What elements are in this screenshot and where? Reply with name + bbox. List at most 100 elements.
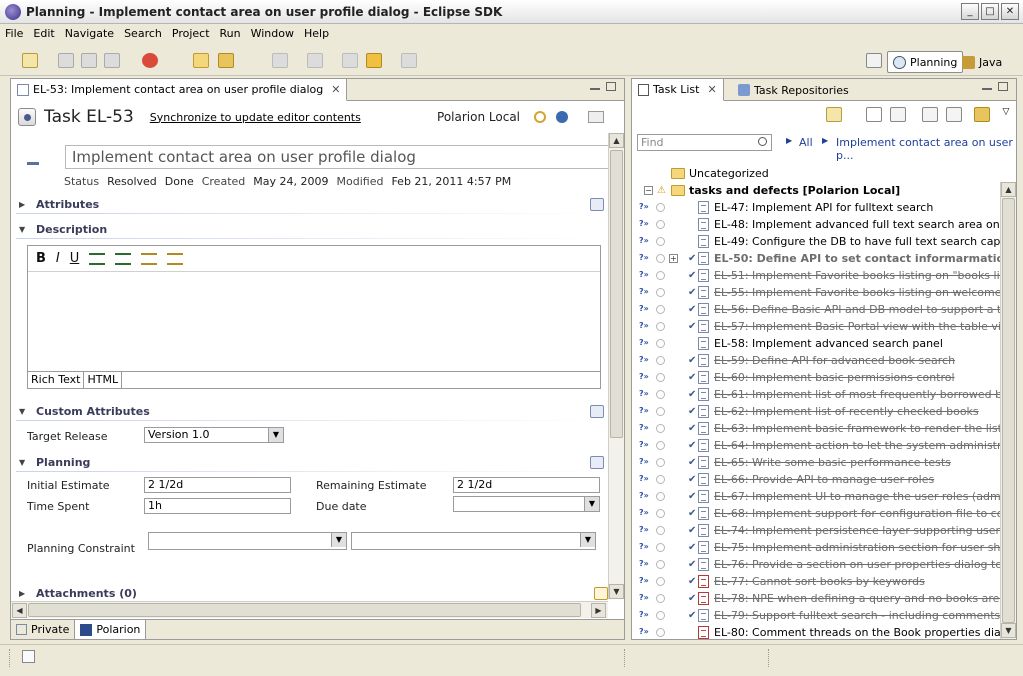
editor-horizontal-scrollbar[interactable]: ◀ ▶ [11,601,608,618]
bullet-list-icon[interactable] [115,252,132,265]
indent-icon[interactable] [167,252,184,265]
bold-button[interactable]: B [36,251,46,266]
tab-polarion[interactable]: Polarion [75,620,147,639]
section-attachments[interactable]: ▶ Attachments (0) [16,583,608,603]
activate-task-icon[interactable] [656,271,665,280]
last-edit-icon[interactable] [342,53,358,68]
close-tab-icon[interactable]: ✕ [707,83,716,96]
task-row[interactable]: ?» ✔ EL-68: Implement support for configur… [632,505,1000,522]
task-row[interactable]: ?» ✔ EL-51: Implement Favorite books listi… [632,267,1000,284]
menu-help[interactable]: Help [299,27,334,40]
scroll-left-icon[interactable]: ◀ [12,603,27,618]
task-row[interactable]: ?» ✔ EL-65: Write some basic performance t… [632,454,1000,471]
expand-tree-icon[interactable]: + [669,254,678,263]
section-custom-attributes[interactable]: ▼ Custom Attributes [16,401,606,421]
planning-constraint-type-select[interactable]: ▼ [148,532,347,550]
editor-vertical-scrollbar[interactable]: ▲ ▼ [608,133,624,599]
task-row[interactable]: ?» ✔ EL-74: Implement persistence layer su… [632,522,1000,539]
activate-task-icon[interactable] [656,356,665,365]
activate-task-icon[interactable] [656,390,665,399]
scroll-thumb[interactable] [28,603,581,617]
underline-button[interactable]: U [70,251,80,266]
task-row[interactable]: ?» EL-49: Configure the DB to have full t… [632,233,1000,250]
task-row[interactable]: ?» ✔ EL-77: Cannot sort books by keywords [632,573,1000,590]
summary-field[interactable]: Implement contact area on user profile d… [65,145,609,169]
collapse-tree-icon[interactable]: − [644,186,653,195]
task-row[interactable]: ?» EL-80: Comment threads on the Book pro… [632,624,1000,641]
close-window-button[interactable]: ✕ [1001,3,1019,20]
task-row[interactable]: ?» ✔ EL-78: NPE when defining a query and … [632,590,1000,607]
section-planning[interactable]: ▼ Planning [16,452,606,472]
menu-window[interactable]: Window [246,27,299,40]
scheduled-icon[interactable] [890,107,906,122]
activate-task-icon[interactable] [656,203,665,212]
task-row[interactable]: ?» ✔ EL-63: Implement basic framework to r… [632,420,1000,437]
menu-navigate[interactable]: Navigate [60,27,119,40]
run-icon[interactable] [142,53,158,68]
task-repositories-tab[interactable]: Task Repositories [732,79,855,101]
activate-task-icon[interactable] [656,254,665,263]
task-row[interactable]: ?» ✔ EL-76: Provide a section on user prop… [632,556,1000,573]
add-attachment-icon[interactable] [594,586,608,600]
activate-task-icon[interactable] [656,305,665,314]
task-row[interactable]: ?» ✔ EL-75: Implement administration secti… [632,539,1000,556]
time-spent-field[interactable]: 1h [144,498,291,514]
view-menu-icon[interactable]: ▽ [998,107,1014,122]
open-browser-icon[interactable] [556,111,568,123]
task-row[interactable]: ?» ✔ EL-55: Implement Favorite books listi… [632,284,1000,301]
description-text-area[interactable] [28,272,600,371]
task-row[interactable]: ?» ✔ EL-57: Implement Basic Portal view wi… [632,318,1000,335]
target-release-select[interactable]: Version 1.0 ▼ [144,427,284,443]
menu-file[interactable]: File [0,27,28,40]
planning-constraint-date-select[interactable]: ▼ [351,532,596,550]
save-icon[interactable] [58,53,74,68]
previous-annotation-icon[interactable] [307,53,323,68]
task-row[interactable]: ?» ✔ EL-59: Define API for advanced book s… [632,352,1000,369]
section-description[interactable]: ▼ Description [16,219,606,239]
activate-task-icon[interactable] [656,594,665,603]
new-task-icon[interactable] [826,107,842,122]
task-row[interactable]: ?» + ✔ EL-50: Define API to set contact inf… [632,250,1000,267]
menu-search[interactable]: Search [119,27,167,40]
task-row[interactable]: ?» EL-48: Implement advanced full text se… [632,216,1000,233]
maximize-editor-icon[interactable] [606,82,616,91]
section-attributes[interactable]: ▶ Attributes [16,194,606,214]
activate-task-icon[interactable] [656,526,665,535]
task-list-tab[interactable]: Task List ✕ [632,79,724,101]
activate-task-icon[interactable] [656,288,665,297]
activate-task-icon[interactable] [656,475,665,484]
italic-button[interactable]: I [56,251,60,266]
fast-view-icon[interactable] [22,650,35,663]
remaining-estimate-field[interactable]: 2 1/2d [453,477,600,493]
numbered-list-icon[interactable] [89,252,106,265]
task-row[interactable]: ?» ✔ EL-56: Define Basic API and DB model … [632,301,1000,318]
initial-estimate-field[interactable]: 2 1/2d [144,477,291,493]
perspective-planning[interactable]: Planning [887,51,964,73]
scroll-up-icon[interactable]: ▲ [609,133,624,148]
back-arrow-icon[interactable] [366,53,382,68]
attributes-action-icon[interactable] [590,197,604,211]
due-date-field[interactable]: ▼ [453,496,600,512]
print-icon[interactable] [104,53,120,68]
outdent-icon[interactable] [141,252,158,265]
activate-task-icon[interactable] [656,407,665,416]
breadcrumb-active-task[interactable]: Implement contact area on user p... [836,136,1016,162]
activate-task-icon[interactable] [656,458,665,467]
task-list-vertical-scrollbar[interactable]: ▲ ▼ [1000,182,1016,639]
breadcrumb-all[interactable]: All [799,136,813,149]
task-row[interactable]: ?» ✔ EL-60: Implement basic permissions co… [632,369,1000,386]
synchronize-icon[interactable] [534,111,546,123]
scroll-down-icon[interactable]: ▼ [1001,623,1016,638]
menu-edit[interactable]: Edit [28,27,59,40]
tab-html[interactable]: HTML [84,372,123,388]
planning-action-icon[interactable] [590,455,604,469]
task-row[interactable]: ?» ✔ EL-61: Implement list of most frequen… [632,386,1000,403]
next-annotation-icon[interactable] [272,53,288,68]
editor-tab[interactable]: EL-53: Implement contact area on user pr… [11,79,348,101]
categorized-icon[interactable] [866,107,882,122]
task-row[interactable]: ?» EL-47: Implement API for fulltext sear… [632,199,1000,216]
task-row[interactable]: ?» ✔ EL-79: Support fulltext search - incl… [632,607,1000,624]
open-folder-icon[interactable] [193,53,209,68]
activate-task-icon[interactable] [656,543,665,552]
activate-task-icon[interactable] [656,220,665,229]
